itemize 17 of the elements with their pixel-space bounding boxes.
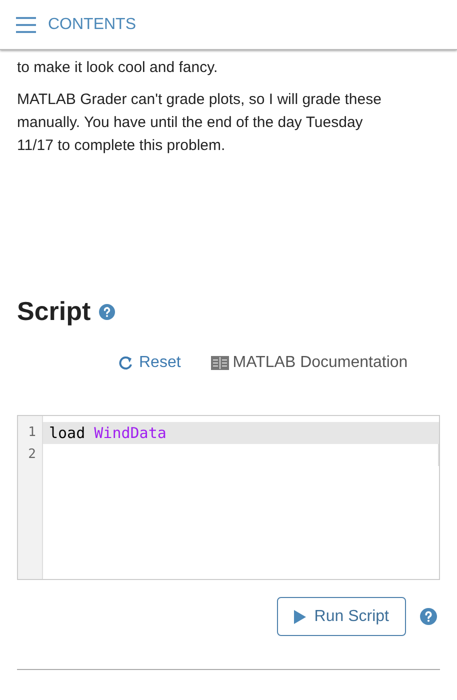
code-editor[interactable]: 1 2 load WindData — [17, 415, 440, 580]
menu-icon[interactable] — [16, 16, 36, 32]
play-icon — [294, 610, 306, 624]
help-icon[interactable] — [420, 608, 437, 625]
book-icon — [210, 356, 229, 370]
reset-icon — [117, 354, 135, 372]
script-heading: Script — [17, 295, 91, 328]
paragraph: MATLAB Grader can't grade plots, so I will grade these manually. You have until the end of the day Tuesday 11/17 to complete this problem. — [17, 90, 382, 156]
code-line: load WindData — [49, 424, 166, 442]
line-number: 1 — [27, 424, 37, 442]
help-icon[interactable] — [98, 304, 115, 320]
line-number: 2 — [27, 446, 37, 464]
contents-link[interactable]: CONTENTS — [48, 12, 136, 36]
documentation-link[interactable]: MATLAB Documentation — [210, 351, 408, 375]
run-script-button[interactable]: Run Script — [277, 597, 406, 636]
reset-button[interactable]: Reset — [117, 351, 181, 375]
paragraph: to make it look cool and fancy. — [17, 58, 219, 78]
